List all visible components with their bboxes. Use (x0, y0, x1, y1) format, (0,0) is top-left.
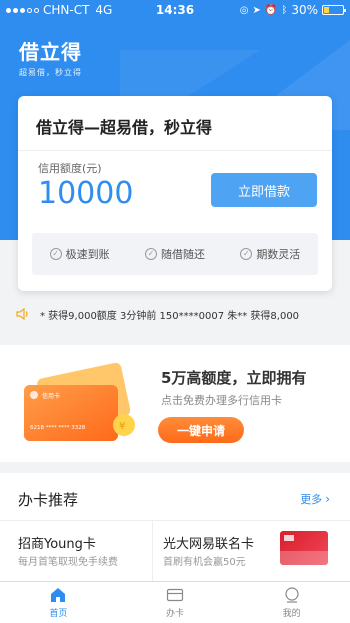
notice-ticker: * 获得9,000额度 3分钟前 150****0007 朱** 获得8,000 (0, 300, 350, 328)
chevron-right-icon: › (325, 492, 330, 506)
recommend-item-title: 招商Young卡 (18, 537, 96, 552)
status-bar: CHN-CT 4G 14:36 ◎ ➤ ⏰ ᛒ 30% (0, 0, 350, 20)
carrier: CHN-CT (43, 3, 90, 17)
promo-card-bank: 信用卡 (42, 392, 60, 400)
more-label: 更多 (300, 493, 323, 506)
feature-label: 期数灵活 (256, 248, 301, 261)
tab-card[interactable]: 办卡 (117, 582, 234, 623)
promo-card-number: 6218 **** **** 3328 (30, 425, 86, 431)
feature-label: 极速到账 (65, 248, 110, 261)
svg-text:¥: ¥ (119, 421, 125, 432)
app-name: 借立得 (19, 40, 82, 64)
feature-list: ✓ 极速到账 ✓ 随借随还 ✓ 期数灵活 (32, 233, 318, 275)
feature-item: ✓ 期数灵活 (240, 246, 300, 262)
loan-card-title: 借立得—超易借，秒立得 (36, 118, 213, 137)
credit-limit-value: 10000 (38, 176, 134, 211)
borrow-now-button[interactable]: 立即借款 (211, 173, 317, 207)
bluetooth-icon: ᛒ (281, 4, 288, 16)
battery-percent: 30% (291, 3, 318, 17)
tab-label: 我的 (282, 608, 301, 619)
speaker-icon (16, 308, 28, 320)
credit-limit-label: 信用额度(元) (38, 162, 102, 175)
check-circle-icon: ✓ (49, 248, 62, 260)
home-icon (51, 587, 66, 602)
check-circle-icon: ✓ (144, 248, 157, 260)
tab-label: 办卡 (166, 608, 185, 619)
app-logo: 借立得 超易借，秒立得 (19, 36, 82, 78)
profile-icon (285, 586, 299, 603)
tab-home[interactable]: 首页 (0, 582, 117, 623)
section-title: 办卡推荐 (18, 491, 79, 509)
notice-text: * 获得9,000额度 3分钟前 150****0007 朱** 获得8,000 (40, 310, 300, 322)
network-type: 4G (95, 3, 113, 17)
location-icon: ➤ (252, 4, 261, 16)
check-circle-icon: ✓ (240, 248, 253, 260)
alarm-icon: ⏰ (264, 4, 278, 16)
feature-item: ✓ 极速到账 (49, 246, 110, 262)
card-recommendations: 办卡推荐 更多 › 招商Young卡 每月首笔取现免手续费 光大网易联名卡 首刷… (0, 473, 350, 581)
promo-subtext: 点击免费办理多行信用卡 (161, 394, 282, 407)
recommend-item[interactable]: 招商Young卡 每月首笔取现免手续费 (0, 521, 152, 581)
tab-label: 首页 (49, 608, 68, 619)
lock-rotation-icon: ◎ (239, 4, 249, 16)
tab-bar: 首页 办卡 我的 (0, 581, 350, 623)
recommend-item-subtitle: 首刷有机会赢50元 (163, 557, 246, 568)
apply-now-button[interactable]: 一键申请 (158, 417, 244, 443)
feature-item: ✓ 随借随还 (144, 246, 205, 262)
app-slogan: 超易借，秒立得 (19, 68, 82, 77)
divider (18, 150, 332, 151)
recommend-item-subtitle: 每月首笔取现免手续费 (18, 557, 118, 568)
more-link[interactable]: 更多 › (300, 491, 330, 507)
tab-profile[interactable]: 我的 (233, 582, 350, 623)
promo-headline: 5万高额度，立即拥有 (161, 369, 307, 387)
card-icon (166, 588, 184, 601)
credit-card-illustration: 信用卡 6218 **** **** 3328 ¥ (24, 363, 135, 441)
battery-icon (322, 5, 346, 15)
credit-card-promo[interactable]: 信用卡 6218 **** **** 3328 ¥ 5万高额度，立即拥有 点击免… (0, 345, 350, 462)
loan-card: 借立得—超易借，秒立得 信用额度(元) 10000 立即借款 ✓ 极速到账 ✓ … (18, 96, 332, 291)
feature-label: 随借随还 (160, 248, 205, 261)
credit-card-thumbnail (280, 531, 328, 565)
recommend-item-title: 光大网易联名卡 (163, 537, 255, 552)
signal-icon (6, 7, 39, 13)
